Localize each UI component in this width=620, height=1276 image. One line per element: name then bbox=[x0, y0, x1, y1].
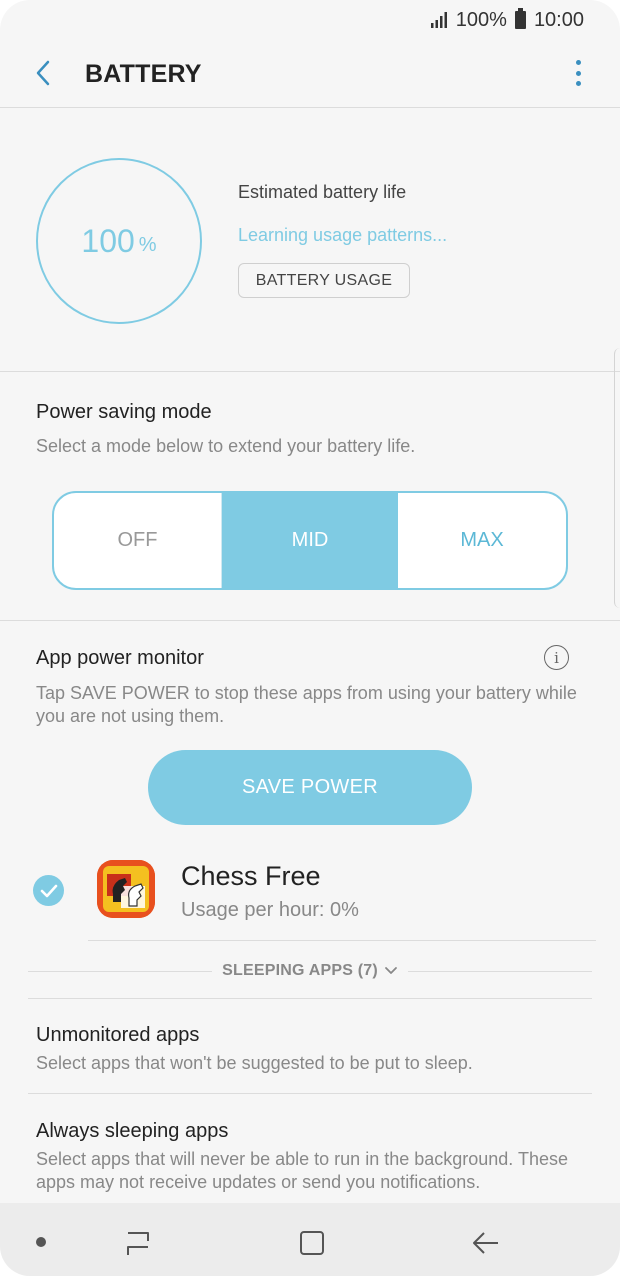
status-battery-percent: 100% bbox=[455, 8, 507, 31]
mode-mid-button[interactable]: MID bbox=[222, 493, 398, 588]
app-checkbox[interactable] bbox=[33, 875, 64, 906]
scroll-indicator bbox=[614, 348, 620, 608]
info-icon[interactable]: i bbox=[544, 645, 569, 670]
home-icon[interactable] bbox=[298, 1229, 326, 1257]
section-divider bbox=[28, 998, 592, 999]
mode-max-button[interactable]: MAX bbox=[398, 493, 566, 588]
navigation-bar bbox=[0, 1203, 620, 1276]
app-name: Chess Free bbox=[181, 861, 321, 891]
app-usage: Usage per hour: 0% bbox=[181, 899, 359, 921]
section-divider bbox=[28, 1093, 592, 1094]
sleeping-apps-toggle[interactable]: SLEEPING APPS (7) bbox=[28, 957, 593, 985]
page-title: BATTERY bbox=[85, 60, 202, 88]
always-sleeping-title[interactable]: Always sleeping apps bbox=[36, 1120, 228, 1143]
battery-percent-value: 100 bbox=[81, 222, 135, 259]
chess-app-icon bbox=[97, 860, 155, 918]
battery-icon bbox=[514, 8, 526, 29]
list-divider bbox=[88, 940, 596, 941]
always-sleeping-description: Select apps that will never be able to r… bbox=[36, 1149, 569, 1192]
power-saving-title: Power saving mode bbox=[36, 401, 212, 423]
chevron-left-icon bbox=[36, 60, 50, 86]
unmonitored-apps-title[interactable]: Unmonitored apps bbox=[36, 1024, 199, 1047]
power-mode-selector: OFF MID MAX bbox=[52, 491, 568, 590]
section-divider bbox=[0, 371, 620, 372]
estimated-life-label: Estimated battery life bbox=[238, 182, 407, 202]
app-power-monitor-description: Tap SAVE POWER to stop these apps from u… bbox=[36, 683, 577, 726]
check-icon bbox=[40, 884, 57, 897]
battery-screen: 100% 10:00 BATTERY 100 % Estimated batte… bbox=[0, 0, 620, 1276]
app-header: BATTERY bbox=[0, 40, 620, 108]
save-power-button[interactable]: SAVE POWER bbox=[148, 750, 472, 825]
more-vert-icon bbox=[575, 60, 581, 65]
learning-status-text: Learning usage patterns... bbox=[238, 225, 448, 245]
mode-off-button[interactable]: OFF bbox=[54, 493, 222, 588]
status-time: 10:00 bbox=[533, 8, 584, 31]
more-options-button[interactable] bbox=[570, 58, 586, 88]
status-bar: 100% 10:00 bbox=[0, 0, 620, 40]
battery-usage-button[interactable]: BATTERY USAGE bbox=[238, 263, 410, 298]
chevron-down-icon bbox=[384, 967, 397, 974]
recent-apps-icon[interactable] bbox=[122, 1229, 154, 1257]
back-nav-icon[interactable] bbox=[470, 1229, 502, 1257]
battery-level-ring: 100 % bbox=[36, 158, 202, 324]
app-power-monitor-title: App power monitor bbox=[36, 647, 204, 669]
signal-icon bbox=[430, 12, 447, 28]
section-divider bbox=[0, 620, 620, 621]
power-saving-description: Select a mode below to extend your batte… bbox=[36, 436, 416, 456]
battery-percent-unit: % bbox=[138, 233, 157, 256]
back-button[interactable] bbox=[28, 56, 58, 90]
nav-dot-icon[interactable] bbox=[36, 1237, 46, 1247]
sleeping-apps-label: SLEEPING APPS (7) bbox=[222, 962, 378, 979]
unmonitored-apps-description: Select apps that won't be suggested to b… bbox=[36, 1053, 473, 1073]
